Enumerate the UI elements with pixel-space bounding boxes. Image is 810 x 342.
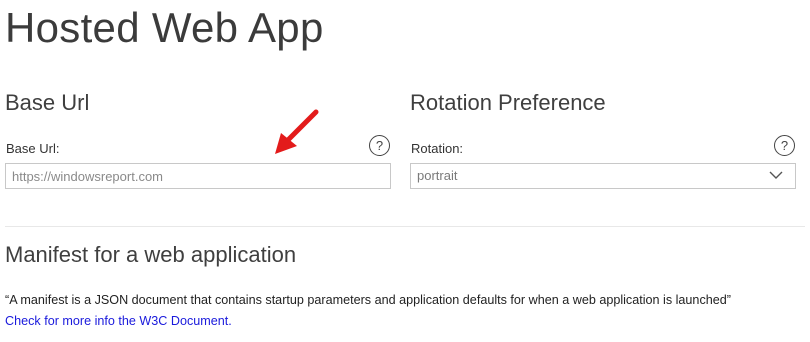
- chevron-down-icon: [769, 171, 783, 179]
- page-title: Hosted Web App: [5, 4, 324, 51]
- rotation-select[interactable]: portrait: [410, 163, 796, 189]
- manifest-description: “A manifest is a JSON document that cont…: [5, 293, 731, 307]
- base-url-section-title: Base Url: [5, 90, 90, 115]
- base-url-label: Base Url:: [6, 141, 60, 156]
- rotation-section-title: Rotation Preference: [410, 90, 606, 115]
- rotation-label: Rotation:: [411, 141, 464, 156]
- w3c-info-link[interactable]: Check for more info the W3C Document.: [5, 313, 232, 329]
- base-url-help-icon[interactable]: ?: [369, 135, 390, 156]
- base-url-input[interactable]: [5, 163, 391, 189]
- red-arrow-icon: [275, 109, 319, 154]
- rotation-selected-value: portrait: [417, 168, 458, 183]
- manifest-section-title: Manifest for a web application: [5, 242, 297, 267]
- rotation-help-icon[interactable]: ?: [774, 135, 795, 156]
- section-divider: [5, 226, 805, 227]
